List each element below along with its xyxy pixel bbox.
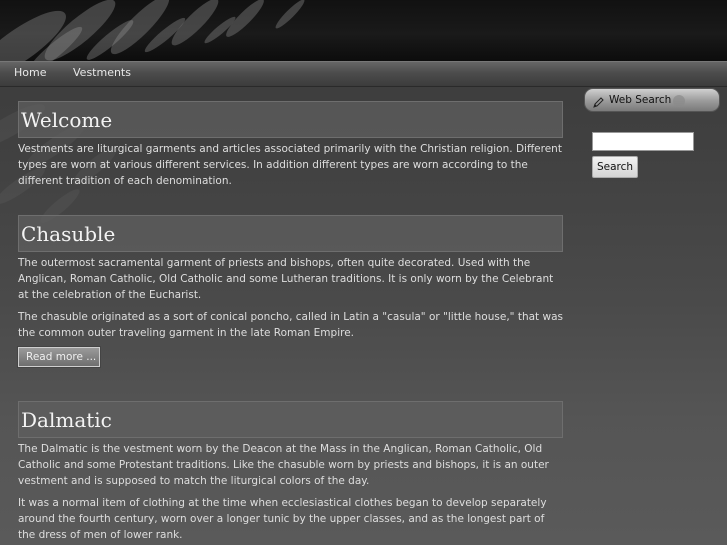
post-dalmatic: Dalmatic The Dalmatic is the vestment wo… bbox=[18, 401, 563, 543]
main-navigation: Home Vestments bbox=[0, 61, 727, 87]
pencil-icon bbox=[592, 94, 605, 113]
search-widget-title: Web Search bbox=[609, 94, 672, 106]
post-paragraph: The Dalmatic is the vestment worn by the… bbox=[18, 443, 549, 487]
post-paragraph: The chasuble originated as a sort of con… bbox=[18, 311, 563, 339]
nav-item-home[interactable]: Home bbox=[14, 66, 46, 79]
search-input[interactable] bbox=[592, 132, 694, 151]
post-paragraph: The outermost sacramental garment of pri… bbox=[18, 257, 554, 301]
post-chasuble: Chasuble The outermost sacramental garme… bbox=[17, 215, 563, 368]
read-more-button[interactable]: Read more ... bbox=[17, 346, 101, 368]
post-paragraph: Vestments are liturgical garments and ar… bbox=[18, 143, 562, 187]
search-widget-header: Web Search bbox=[584, 88, 720, 112]
post-title[interactable]: Dalmatic bbox=[18, 401, 563, 438]
post-title[interactable]: Chasuble bbox=[18, 215, 563, 252]
post-title[interactable]: Welcome bbox=[18, 101, 563, 138]
nav-item-vestments[interactable]: Vestments bbox=[73, 66, 131, 79]
site-header bbox=[0, 0, 727, 62]
search-button[interactable]: Search bbox=[592, 156, 639, 178]
post-paragraph: It was a normal item of clothing at the … bbox=[18, 497, 547, 541]
header-decoration bbox=[0, 0, 305, 62]
post-welcome: Welcome Vestments are liturgical garment… bbox=[18, 101, 563, 189]
header-ornament bbox=[673, 95, 685, 107]
sidebar: Web Search Search bbox=[584, 88, 720, 178]
